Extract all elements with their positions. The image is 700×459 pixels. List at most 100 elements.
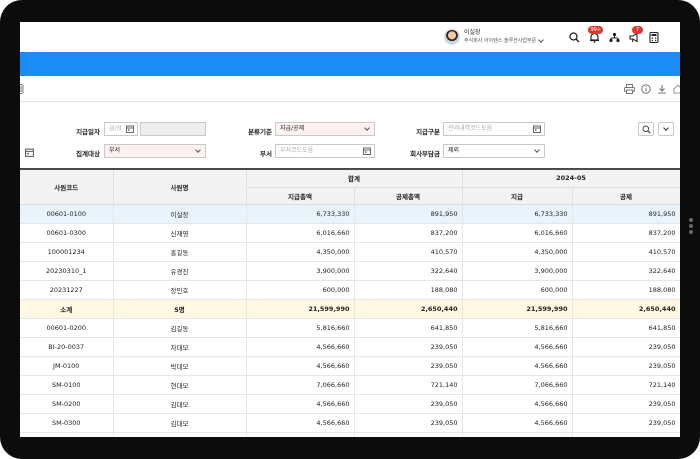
cell-pay[interactable]: 5,816,660 — [462, 318, 573, 338]
calendar-icon[interactable] — [126, 125, 134, 133]
cell-pay[interactable]: 7,066,660 — [462, 375, 573, 395]
cell-emp-name[interactable]: 홍길동 — [113, 242, 247, 262]
cell-emp-name[interactable]: 김길동 — [113, 318, 247, 338]
cell-emp-code[interactable]: BI-20-0037 — [20, 337, 114, 357]
cell-emp-code[interactable]: 00601-0100 — [20, 204, 114, 224]
cell-deduct[interactable]: 2,650,440 — [572, 299, 680, 319]
cell-deduct[interactable]: 641,850 — [572, 318, 680, 338]
pay-date-field[interactable]: 급/상 — [104, 122, 138, 136]
cell-emp-code[interactable]: 20231227 — [20, 280, 114, 300]
col-header-deduct[interactable]: 공제 — [572, 187, 680, 205]
cell-deduct-total[interactable]: 188,080 — [354, 280, 463, 300]
expand-filters-button[interactable] — [658, 122, 674, 136]
table-row[interactable]: SM-0200 김대모 4,566,660 239,050 4,566,660 239,0… — [20, 394, 680, 414]
menu-toggle-icon[interactable] — [20, 84, 24, 94]
cell-deduct-total[interactable]: 410,570 — [354, 242, 463, 262]
cell-emp-name[interactable]: 박대모 — [113, 356, 247, 376]
cell-pay-total[interactable]: 5,816,660 — [246, 318, 355, 338]
user-menu[interactable]: 이실장 주식회사 아이텐스 솔루션사업부문 — [444, 26, 545, 48]
cell-deduct-total[interactable]: 2,650,440 — [354, 299, 463, 319]
chevron-down-icon[interactable] — [538, 37, 545, 43]
cell-pay-total[interactable]: 3,900,000 — [246, 261, 355, 281]
table-row[interactable]: 00601-0100 이실장 6,733,330 891,950 6,733,330 89… — [20, 204, 680, 224]
cell-deduct[interactable]: 721,140 — [572, 375, 680, 395]
bell-icon[interactable]: 99+ — [584, 26, 604, 45]
cell-pay[interactable]: 600,000 — [462, 280, 573, 300]
col-header-emp-code[interactable]: 사원코드 — [20, 170, 114, 205]
cell-emp-code[interactable]: 00601-0300 — [20, 223, 114, 243]
calendar-icon[interactable] — [25, 148, 34, 157]
col-header-emp-name[interactable]: 사원명 — [113, 170, 247, 205]
cell-emp-name[interactable]: 현대모 — [113, 375, 247, 395]
cell-pay[interactable]: 4,350,000 — [462, 242, 573, 262]
cell-pay[interactable]: 6,733,330 — [462, 204, 573, 224]
dept-field[interactable]: 부서코드도움 — [275, 144, 375, 158]
info-icon[interactable] — [641, 84, 651, 94]
cell-pay-total[interactable]: 4,566,660 — [246, 394, 355, 414]
cell-pay[interactable]: 21,599,990 — [462, 299, 573, 319]
cell-emp-code[interactable]: 소계 — [20, 299, 114, 319]
table-row[interactable]: BI-20-0037 차대모 4,566,660 239,050 4,566,660 23… — [20, 337, 680, 357]
org-chart-icon[interactable] — [604, 29, 624, 45]
cell-deduct[interactable]: 239,050 — [572, 413, 680, 433]
cell-pay[interactable]: 6,016,660 — [462, 223, 573, 243]
cell-pay-total[interactable] — [246, 432, 355, 437]
subtotal-row[interactable]: 소계 5명 21,599,990 2,650,440 21,599,990 2,650,4… — [20, 299, 680, 319]
cell-pay-total[interactable]: 6,733,330 — [246, 204, 355, 224]
cell-emp-code[interactable]: SM-0300 — [20, 413, 114, 433]
cell-emp-code[interactable] — [20, 432, 114, 437]
cell-deduct-total[interactable]: 891,950 — [354, 204, 463, 224]
cell-emp-name[interactable]: 유경진 — [113, 261, 247, 281]
cell-pay[interactable] — [462, 432, 573, 437]
category-select[interactable]: 지급/공제 — [275, 122, 375, 136]
cell-deduct-total[interactable]: 641,850 — [354, 318, 463, 338]
cell-pay[interactable]: 4,566,660 — [462, 356, 573, 376]
cell-emp-name[interactable]: 신재영 — [113, 223, 247, 243]
cell-pay-total[interactable]: 7,066,660 — [246, 375, 355, 395]
col-header-deduct-total[interactable]: 공제총액 — [354, 187, 463, 205]
cell-deduct[interactable]: 837,200 — [572, 223, 680, 243]
pay-date-range-field[interactable] — [140, 122, 206, 136]
cell-deduct[interactable]: 239,050 — [572, 337, 680, 357]
company-share-select[interactable]: 제외 — [443, 144, 545, 158]
megaphone-icon[interactable]: 7 — [624, 26, 644, 45]
cell-deduct[interactable] — [572, 432, 680, 437]
table-row[interactable]: 00601-0200 김길동 5,816,660 641,850 5,816,660 64… — [20, 318, 680, 338]
cell-deduct[interactable]: 239,050 — [572, 356, 680, 376]
cell-deduct-total[interactable]: 239,050 — [354, 394, 463, 414]
cell-emp-name[interactable]: 차대모 — [113, 337, 247, 357]
cell-deduct[interactable]: 410,570 — [572, 242, 680, 262]
cell-emp-code[interactable]: 20230310_1 — [20, 261, 114, 281]
col-header-pay[interactable]: 지급 — [462, 187, 573, 205]
table-row[interactable]: 100001234 홍길동 4,350,000 410,570 4,350,000 410… — [20, 242, 680, 262]
cell-emp-name[interactable]: 김대모 — [113, 413, 247, 433]
table-row[interactable]: 20230310_1 유경진 3,900,000 322,640 3,900,000 32… — [20, 261, 680, 281]
cell-pay[interactable]: 4,566,660 — [462, 337, 573, 357]
home-icon[interactable] — [673, 84, 680, 94]
cell-deduct-total[interactable]: 239,050 — [354, 413, 463, 433]
col-header-pay-total[interactable]: 지급총액 — [246, 187, 355, 205]
search-button[interactable] — [638, 122, 654, 136]
cell-deduct[interactable]: 891,950 — [572, 204, 680, 224]
cell-deduct[interactable]: 188,080 — [572, 280, 680, 300]
cell-deduct[interactable]: 239,050 — [572, 394, 680, 414]
cell-emp-code[interactable]: JM-0100 — [20, 356, 114, 376]
pay-type-field[interactable]: 관리내역코드도움 — [443, 122, 545, 136]
cell-emp-name[interactable] — [113, 432, 247, 437]
cell-deduct-total[interactable]: 239,050 — [354, 356, 463, 376]
cell-pay-total[interactable]: 6,016,660 — [246, 223, 355, 243]
cell-emp-code[interactable]: SM-0200 — [20, 394, 114, 414]
cell-pay-total[interactable]: 4,566,660 — [246, 337, 355, 357]
cell-pay-total[interactable]: 21,599,990 — [246, 299, 355, 319]
cell-deduct[interactable]: 322,640 — [572, 261, 680, 281]
cell-pay-total[interactable]: 4,566,660 — [246, 356, 355, 376]
cell-emp-code[interactable]: 00601-0200 — [20, 318, 114, 338]
lookup-icon[interactable] — [533, 125, 541, 133]
cell-emp-code[interactable]: 100001234 — [20, 242, 114, 262]
table-row[interactable]: 00601-0300 신재영 6,016,660 837,200 6,016,660 83… — [20, 223, 680, 243]
calculator-icon[interactable] — [644, 29, 664, 45]
cell-pay[interactable]: 3,900,000 — [462, 261, 573, 281]
cell-emp-name[interactable]: 김대모 — [113, 394, 247, 414]
search-icon[interactable] — [564, 29, 584, 45]
download-icon[interactable] — [657, 84, 667, 94]
